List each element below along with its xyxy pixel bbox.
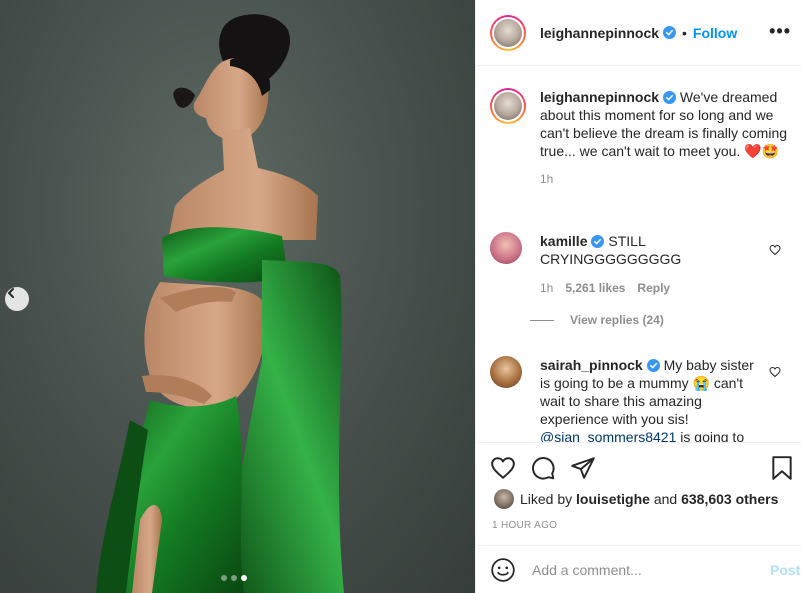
likes-others[interactable]: 638,603 others <box>681 491 778 507</box>
comment-likes[interactable]: 5,261 likes <box>565 281 625 295</box>
caption-time: 1h <box>540 172 554 186</box>
follow-button[interactable]: Follow <box>693 25 737 41</box>
liker-avatar[interactable] <box>494 489 514 509</box>
comment-icon[interactable] <box>530 455 556 481</box>
chevron-left-icon <box>8 288 14 298</box>
post-photo[interactable] <box>0 0 475 593</box>
commenter-avatar[interactable] <box>490 232 522 264</box>
post-header: leighannepinnock • Follow ••• <box>476 0 801 66</box>
emoji-icon[interactable] <box>490 557 516 583</box>
likes-prefix: Liked by <box>520 491 573 507</box>
comment-item: sairah_pinnock My baby sister is going t… <box>490 356 760 442</box>
caption-emojis: ❤️🤩 <box>744 143 780 159</box>
share-icon[interactable] <box>570 455 596 481</box>
verified-badge-icon <box>663 91 677 104</box>
separator-dot: • <box>682 24 687 41</box>
commenter-avatar[interactable] <box>490 356 522 388</box>
carousel-dot <box>231 575 237 581</box>
commenter-username[interactable]: kamille <box>540 233 587 249</box>
likes-middle: and <box>653 491 678 507</box>
mention-link[interactable]: @sian_sommers8421 <box>540 429 676 442</box>
view-replies[interactable]: View replies (24) <box>530 313 740 327</box>
author-username[interactable]: leighannepinnock <box>540 25 659 41</box>
verified-badge-icon <box>646 359 660 372</box>
post-sidebar: leighannepinnock • Follow ••• leighannep… <box>475 0 801 593</box>
comment-input[interactable] <box>530 560 754 579</box>
carousel-dot <box>221 575 227 581</box>
comment-text-tail: is going to <box>680 429 745 442</box>
caption: leighannepinnock We've dreamed about thi… <box>490 88 788 186</box>
post-timestamp[interactable]: 1 HOUR AGO <box>492 520 557 531</box>
like-comment-heart-icon[interactable] <box>769 244 781 256</box>
comment-emoji: 😭 <box>692 375 710 391</box>
caption-username[interactable]: leighannepinnock <box>540 89 659 105</box>
author-avatar[interactable] <box>490 14 526 51</box>
previous-photo-button[interactable] <box>5 287 29 311</box>
save-bookmark-icon[interactable] <box>769 455 795 481</box>
carousel-indicator <box>221 575 247 581</box>
commenter-username[interactable]: sairah_pinnock <box>540 357 643 373</box>
like-heart-icon[interactable] <box>490 455 516 481</box>
photo-illustration <box>96 14 344 593</box>
more-options-icon[interactable]: ••• <box>769 22 791 40</box>
view-replies-label[interactable]: View replies (24) <box>570 313 664 327</box>
carousel-dot-active <box>241 575 247 581</box>
reply-button[interactable]: Reply <box>637 281 670 295</box>
comments-list[interactable]: leighannepinnock We've dreamed about thi… <box>476 66 801 442</box>
add-comment-bar: Post <box>476 545 801 593</box>
liker-username[interactable]: louisetighe <box>576 491 650 507</box>
caption-avatar[interactable] <box>490 88 526 124</box>
post-comment-button[interactable]: Post <box>770 562 800 578</box>
likes-summary: Liked by louisetighe and 638,603 others <box>494 489 778 509</box>
like-comment-heart-icon[interactable] <box>769 366 781 378</box>
post-actions: Liked by louisetighe and 638,603 others … <box>476 442 801 592</box>
comment-item: kamille STILL CRYINGGGGGGGGG 1h 5,261 li… <box>490 232 740 327</box>
comment-time: 1h <box>540 281 554 295</box>
verified-badge-icon <box>663 26 677 39</box>
verified-badge-icon <box>591 235 605 248</box>
